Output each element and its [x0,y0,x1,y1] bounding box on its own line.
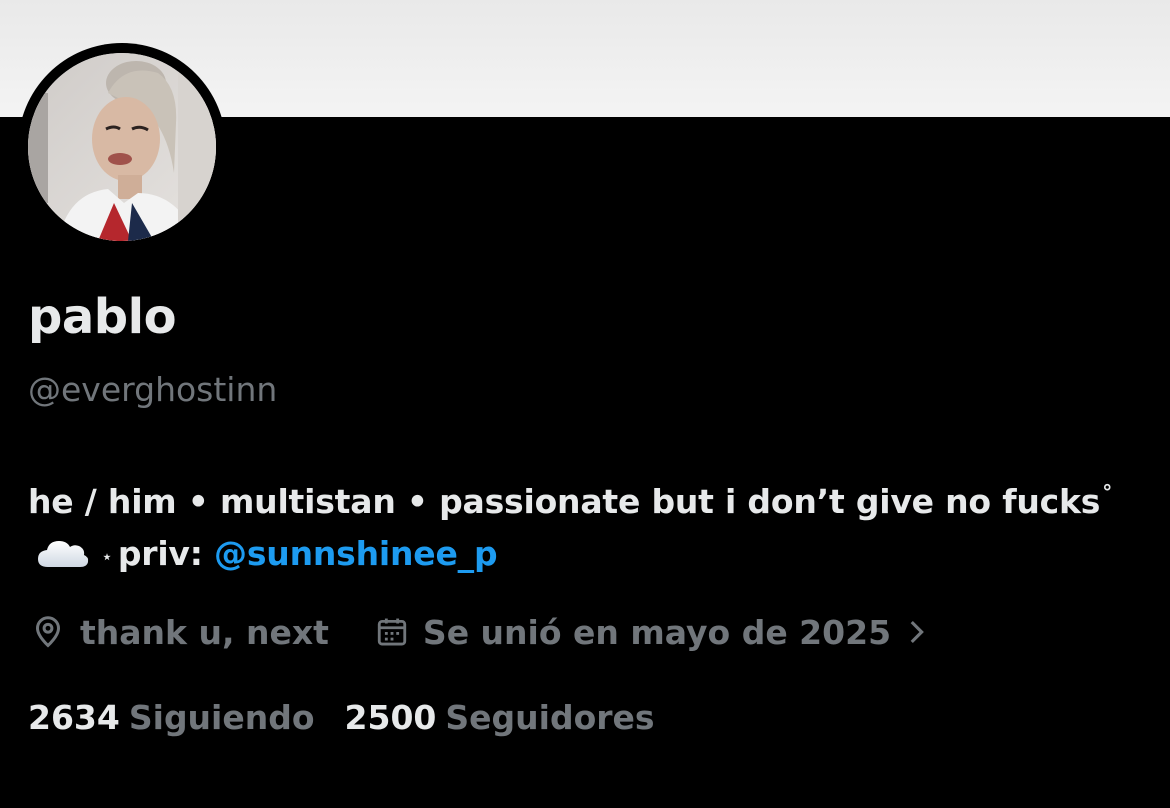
chevron-right-icon [910,620,924,644]
location-text: thank u, next [80,612,329,652]
handle: @everghostinn [28,370,278,409]
following-count: 2634 [28,697,120,737]
followers-count: 2500 [344,697,437,737]
avatar[interactable] [18,43,226,251]
followers-link[interactable]: 2500 Seguidores [345,698,655,737]
followers-label: Seguidores [445,697,655,737]
cloud-icon [36,532,90,584]
calendar-icon [377,618,407,646]
bio-star: ⋆ [102,547,112,566]
joined-text: Se unió en mayo de 2025 [422,612,892,652]
follow-stats: 2634 Siguiendo 2500 Seguidores [28,694,655,740]
avatar-photo [28,53,216,241]
bio-priv-label: priv: [117,534,203,573]
bio-text: he / him • multistan • passionate but i … [28,482,1101,521]
following-link[interactable]: 2634 Siguiendo [28,698,315,737]
bio: he / him • multistan • passionate but i … [28,466,1148,584]
profile-meta: thank u, next Se unió en mayo de 2025 [30,608,927,656]
location: thank u, next [30,613,329,652]
joined-date[interactable]: Se unió en mayo de 2025 [375,613,927,652]
display-name: pablo [28,289,177,345]
bio-degree: ° [1102,480,1113,504]
bio-mention-link[interactable]: @sunnshinee_p [214,534,498,573]
following-label: Siguiendo [128,697,315,737]
location-pin-icon [35,616,61,648]
